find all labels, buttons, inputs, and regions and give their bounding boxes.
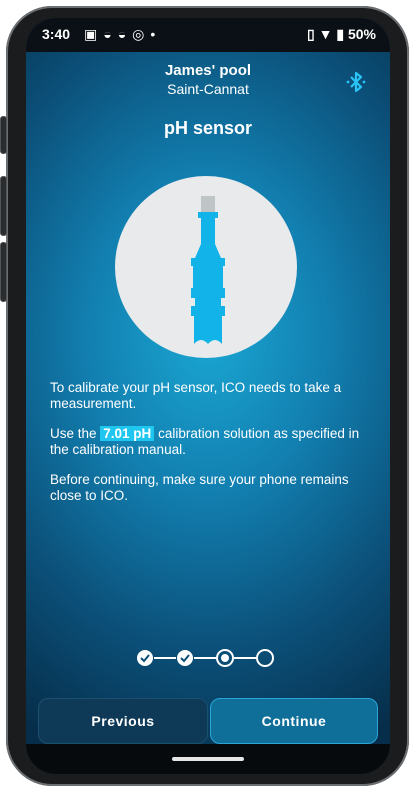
- step-3-current-icon: [216, 649, 234, 667]
- status-time: 3:40: [42, 26, 71, 42]
- volume-down-button: [0, 242, 7, 302]
- progress-steps: [137, 649, 274, 667]
- power-button: [0, 116, 7, 154]
- notification-icons: ▣◒◒◎•: [84, 26, 161, 43]
- navigation-bar: [26, 744, 390, 774]
- data-saver-icon: ◎: [132, 26, 151, 42]
- pool-name: James' pool: [164, 62, 252, 79]
- system-icons: ▯ ▼ ▮ 50%: [307, 26, 376, 43]
- cloud-icon: ◒: [117, 26, 133, 42]
- dot-icon: •: [150, 26, 162, 42]
- pool-location: Saint-Cannat: [167, 81, 249, 97]
- cloud-icon: ◒: [103, 26, 118, 42]
- previous-button[interactable]: Previous: [38, 698, 208, 744]
- sensor-illustration: [115, 176, 297, 358]
- wifi-icon: ▼: [318, 26, 333, 42]
- continue-button[interactable]: Continue: [210, 698, 378, 744]
- instruction-measure: To calibrate your pH sensor, ICO needs t…: [50, 380, 342, 411]
- ph-sensor-icon: [191, 196, 225, 344]
- status-bar: 3:40 ▣◒◒◎• ▯ ▼ ▮ 50%: [26, 18, 390, 52]
- battery-icon: ▮: [336, 26, 345, 42]
- instruction-solution: Use the 7.01 pH calibration solution as …: [50, 426, 360, 457]
- volume-up-button: [0, 176, 7, 236]
- home-gesture-handle[interactable]: [172, 757, 244, 761]
- step-4-pending-icon: [256, 649, 274, 667]
- app-screen: 3:40 ▣◒◒◎• ▯ ▼ ▮ 50% James' pool Saint-C…: [26, 18, 390, 774]
- ph-value-highlight: 7.01 pH: [100, 426, 155, 441]
- page-title: pH sensor: [163, 118, 253, 138]
- pool-header: James' pool Saint-Cannat: [26, 62, 390, 97]
- instruction-proximity: Before continuing, make sure your phone …: [50, 472, 349, 503]
- battery-percent: 50%: [347, 26, 376, 42]
- bluetooth-icon[interactable]: [346, 70, 366, 94]
- vibrate-icon: ▯: [307, 26, 315, 42]
- instructions: To calibrate your pH sensor, ICO needs t…: [50, 380, 370, 518]
- image-icon: ▣: [84, 26, 104, 42]
- action-buttons: Previous Continue: [38, 698, 378, 744]
- step-1-done-icon: [137, 650, 153, 666]
- step-2-done-icon: [177, 650, 193, 666]
